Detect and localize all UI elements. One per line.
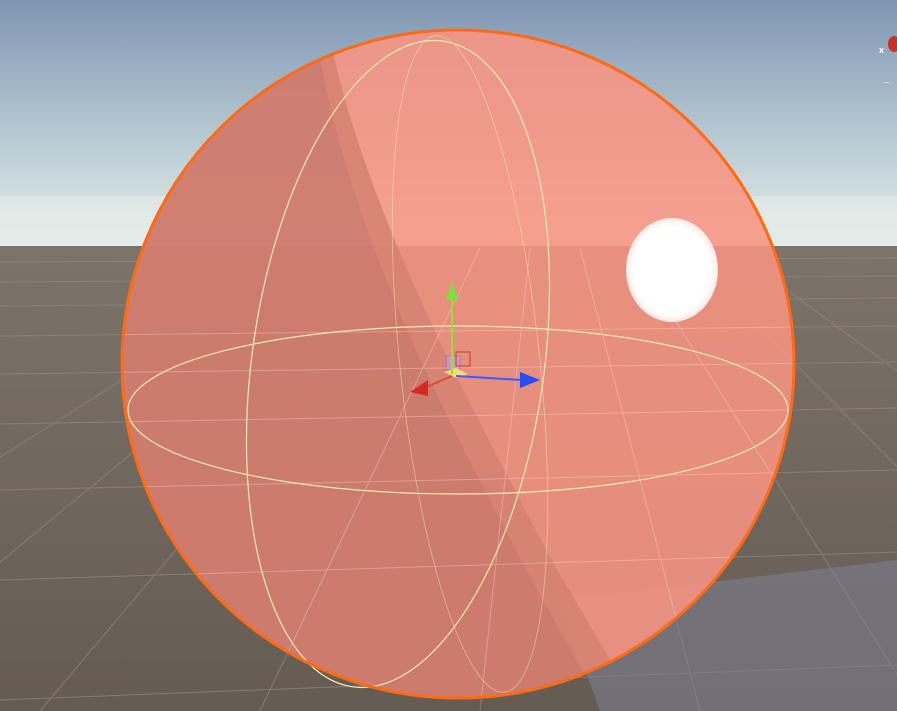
sphere-specular-highlight <box>626 218 718 322</box>
x-axis-cone-icon[interactable] <box>888 36 897 52</box>
x-axis-label: x <box>879 45 885 55</box>
gizmo-axis-tick <box>883 82 889 83</box>
scene-orientation-gizmo[interactable]: x <box>879 28 897 92</box>
scene-canvas[interactable] <box>0 0 897 711</box>
scene-viewport[interactable]: x <box>0 0 897 711</box>
